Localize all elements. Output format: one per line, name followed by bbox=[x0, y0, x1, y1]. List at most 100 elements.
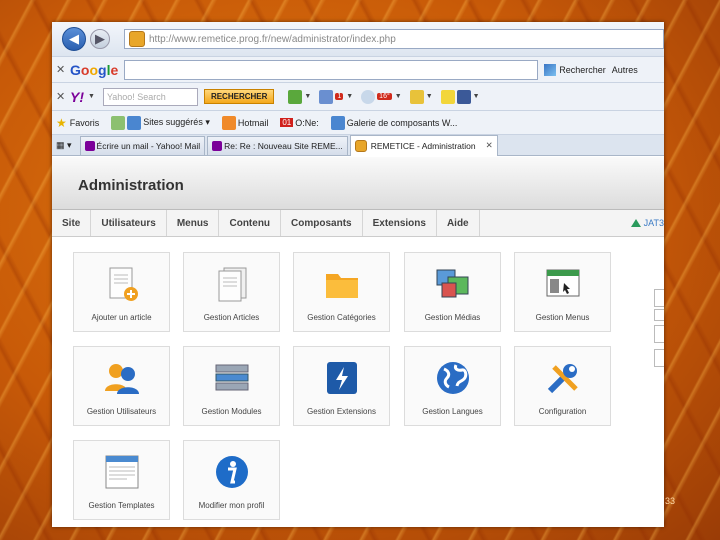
extensions-icon bbox=[327, 362, 357, 394]
jat3-label: JAT3 bbox=[643, 218, 664, 228]
admin-header: Administration bbox=[52, 157, 664, 210]
bookmark-arrow-icon[interactable] bbox=[288, 89, 303, 104]
modules-icon bbox=[215, 364, 249, 391]
card-ajouter-article[interactable]: Ajouter un article bbox=[73, 252, 170, 332]
yahoo-search-input[interactable]: Yahoo! Search bbox=[102, 87, 198, 106]
menu-utilisateurs[interactable]: Utilisateurs bbox=[91, 210, 167, 236]
media-icon bbox=[436, 269, 469, 298]
close-yahoo-toolbar-icon[interactable]: ✕ bbox=[56, 90, 70, 103]
menu-composants[interactable]: Composants bbox=[281, 210, 363, 236]
navigation-bar: ◀ ▶ http://www.remetice.prog.fr/new/admi… bbox=[52, 22, 664, 56]
card-label: Gestion Menus bbox=[535, 313, 590, 322]
card-label: Gestion Extensions bbox=[307, 407, 376, 416]
card-gestion-utilisateurs[interactable]: Gestion Utilisateurs bbox=[73, 346, 170, 426]
close-tab-icon[interactable]: ✕ bbox=[486, 140, 493, 151]
favorite-item-sites-suggeres[interactable]: Sites suggérés ▾ bbox=[111, 115, 210, 130]
tab-administration[interactable]: REMETICE - Administration ✕ bbox=[349, 134, 498, 156]
chevron-down-icon[interactable]: ▼ bbox=[426, 93, 433, 100]
puzzle-icon[interactable] bbox=[409, 89, 424, 104]
back-button[interactable]: ◀ bbox=[62, 27, 86, 51]
ie-page-icon bbox=[330, 115, 345, 130]
slide-page-number: 33 bbox=[665, 496, 676, 506]
card-gestion-articles[interactable]: Gestion Articles bbox=[183, 252, 280, 332]
joomla-favicon-icon bbox=[129, 31, 145, 47]
menu-site[interactable]: Site bbox=[52, 210, 92, 236]
chevron-down-icon[interactable]: ▼ bbox=[395, 93, 402, 100]
favorites-bar: ★ Favoris Sites suggérés ▾ Hotmail 01 O:… bbox=[52, 110, 664, 134]
card-gestion-categories[interactable]: Gestion Catégories bbox=[293, 252, 390, 332]
side-panel-button[interactable] bbox=[654, 309, 664, 321]
favorite-label: Sites suggérés ▾ bbox=[143, 117, 210, 127]
google-toolbar: ✕ Google Rechercher Autres bbox=[52, 56, 664, 82]
yahoo-favicon-icon bbox=[212, 140, 223, 151]
tab-nouveau-site[interactable]: Re: Re : Nouveau Site REME... bbox=[207, 135, 348, 155]
card-gestion-extensions[interactable]: Gestion Extensions bbox=[293, 346, 390, 426]
tools-icon bbox=[547, 364, 578, 394]
google-autres-label: Autres bbox=[611, 64, 638, 75]
forward-button[interactable]: ▶ bbox=[90, 29, 110, 49]
google-autres-button[interactable]: Autres bbox=[612, 65, 638, 75]
address-text: http://www.remetice.prog.fr/new/administ… bbox=[149, 33, 396, 45]
close-google-toolbar-icon[interactable]: ✕ bbox=[56, 63, 70, 76]
info-icon bbox=[216, 456, 248, 488]
jat3-logo-icon bbox=[630, 219, 641, 227]
articles-icon bbox=[218, 267, 247, 302]
facebook-icon[interactable] bbox=[456, 89, 471, 104]
card-label: Configuration bbox=[538, 407, 587, 416]
side-panel-button[interactable] bbox=[654, 289, 664, 307]
side-panel-button[interactable] bbox=[654, 325, 664, 343]
yahoo-rechercher-button[interactable]: RECHERCHER bbox=[203, 89, 275, 104]
menu-menus[interactable]: Menus bbox=[167, 210, 220, 236]
browser-window: ◀ ▶ http://www.remetice.prog.fr/new/admi… bbox=[52, 22, 664, 527]
card-configuration[interactable]: Configuration bbox=[514, 346, 611, 426]
google-rechercher-button[interactable]: Rechercher bbox=[544, 63, 606, 76]
google-logo: Google bbox=[70, 62, 118, 78]
card-modifier-profil[interactable]: Modifier mon profil bbox=[183, 440, 280, 520]
card-gestion-menus[interactable]: Gestion Menus bbox=[514, 252, 611, 332]
favorite-label: O:Ne: bbox=[295, 117, 319, 128]
globe-icon bbox=[437, 362, 469, 394]
tab-label: Écrire un mail - Yahoo! Mail bbox=[96, 140, 201, 151]
card-gestion-langues[interactable]: Gestion Langues bbox=[404, 346, 501, 426]
menu-extensions[interactable]: Extensions bbox=[363, 210, 437, 236]
menu-contenu[interactable]: Contenu bbox=[219, 210, 282, 236]
joomla-favicon-icon bbox=[354, 139, 367, 152]
chevron-down-icon[interactable]: ▼ bbox=[346, 93, 353, 100]
admin-menu-bar: Site Utilisateurs Menus Contenu Composan… bbox=[52, 210, 664, 237]
folder-icon bbox=[326, 274, 358, 298]
card-gestion-medias[interactable]: Gestion Médias bbox=[404, 252, 501, 332]
tab-yahoo-mail[interactable]: Écrire un mail - Yahoo! Mail bbox=[79, 135, 206, 155]
favorite-item-01net[interactable]: 01 O:Ne: bbox=[280, 117, 319, 128]
favoris-button[interactable]: ★ Favoris bbox=[56, 116, 99, 130]
side-panel-button[interactable] bbox=[654, 349, 664, 367]
search-icon bbox=[544, 63, 557, 76]
tab-grid-icon[interactable]: ▦ ▾ bbox=[56, 140, 72, 151]
favorite-label: Hotmail bbox=[237, 117, 269, 128]
chevron-down-icon[interactable]: ▼ bbox=[473, 93, 480, 100]
google-search-input[interactable] bbox=[124, 59, 539, 80]
card-label: Gestion Articles bbox=[203, 313, 260, 322]
star-icon: ★ bbox=[56, 115, 67, 130]
weather-icon[interactable] bbox=[361, 89, 376, 104]
card-gestion-modules[interactable]: Gestion Modules bbox=[183, 346, 280, 426]
control-panel: Ajouter un article Gestion Articles Gest… bbox=[52, 237, 664, 527]
favorite-item-hotmail[interactable]: Hotmail bbox=[221, 115, 269, 130]
yahoo-favicon-icon bbox=[84, 140, 95, 151]
menu-manager-icon bbox=[546, 269, 580, 297]
smiley-icon[interactable] bbox=[440, 89, 455, 104]
address-bar[interactable]: http://www.remetice.prog.fr/new/administ… bbox=[124, 29, 664, 49]
card-label: Gestion Médias bbox=[424, 313, 481, 322]
add-favorite-icon bbox=[111, 115, 126, 130]
jat3-brand: JAT3 bbox=[630, 218, 664, 228]
chevron-down-icon[interactable]: ▼ bbox=[304, 93, 311, 100]
mail-icon[interactable] bbox=[319, 89, 334, 104]
favoris-label: Favoris bbox=[69, 117, 100, 128]
google-rechercher-label: Rechercher bbox=[559, 64, 606, 75]
card-label: Ajouter un article bbox=[91, 313, 152, 322]
menu-aide[interactable]: Aide bbox=[437, 210, 480, 236]
chevron-down-icon[interactable]: ▼ bbox=[88, 93, 95, 100]
google-logo-letter: G bbox=[70, 61, 81, 78]
google-logo-letter: o bbox=[89, 61, 99, 78]
card-gestion-templates[interactable]: Gestion Templates bbox=[73, 440, 170, 520]
favorite-item-galerie[interactable]: Galerie de composants W... bbox=[330, 115, 457, 130]
